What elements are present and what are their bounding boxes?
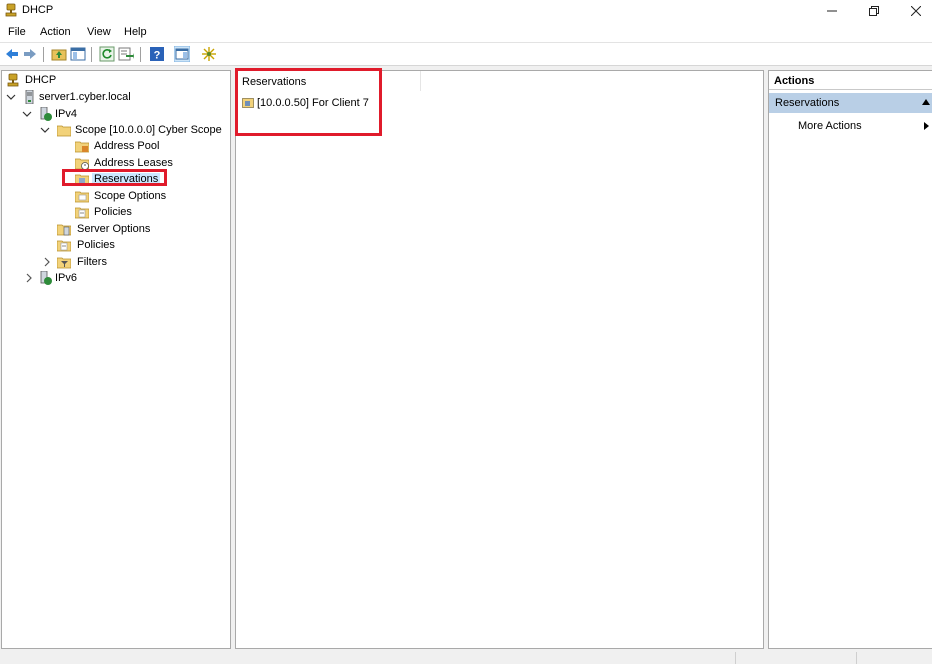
- minimize-icon: [827, 10, 837, 12]
- tree-label: Scope [10.0.0.0] Cyber Scope: [75, 124, 222, 136]
- chevron-right-icon[interactable]: [42, 257, 52, 267]
- console-tree-pane: DHCP server1.cyber.local IPv4 Scope [10.…: [1, 70, 231, 649]
- tree-label: Filters: [77, 256, 107, 268]
- tree-label: Server Options: [77, 223, 151, 235]
- chevron-down-icon[interactable]: [6, 92, 16, 102]
- menu-action[interactable]: Action: [40, 26, 71, 38]
- tree-label: Reservations: [92, 173, 161, 185]
- tree-label: Policies: [77, 239, 115, 251]
- toolbar-separator: [140, 47, 141, 62]
- server-options-icon: [57, 224, 71, 236]
- tree-label: DHCP: [25, 74, 57, 86]
- ipv6-icon: [40, 271, 52, 285]
- submenu-arrow-icon: [924, 122, 929, 130]
- reservation-icon: [242, 98, 254, 108]
- dhcp-app-icon: [5, 3, 17, 17]
- status-divider: [856, 652, 857, 664]
- policies-icon: [75, 207, 89, 219]
- up-folder-icon[interactable]: [51, 46, 67, 62]
- address-leases-icon: [75, 158, 89, 170]
- chevron-down-icon[interactable]: [22, 109, 32, 119]
- menu-view[interactable]: View: [87, 26, 111, 38]
- toolbar: ?: [0, 42, 932, 66]
- toolbar-separator: [43, 47, 44, 62]
- add-server-icon[interactable]: [201, 46, 217, 62]
- list-item[interactable]: [10.0.0.50] For Client 7: [257, 97, 369, 109]
- scope-options-icon: [75, 191, 89, 203]
- dhcp-icon: [7, 73, 19, 87]
- filters-icon: [57, 257, 71, 269]
- actions-section-label: Reservations: [775, 97, 840, 109]
- refresh-icon[interactable]: [99, 46, 115, 62]
- reservations-icon: [75, 174, 89, 186]
- menu-bar: File Action View Help: [0, 22, 932, 42]
- restore-button[interactable]: [857, 0, 891, 22]
- policies-icon: [57, 240, 71, 252]
- tree-label: Address Leases: [94, 157, 173, 169]
- status-divider: [735, 652, 736, 664]
- tree-label: IPv4: [55, 108, 78, 120]
- chevron-right-icon[interactable]: [24, 273, 34, 283]
- back-icon[interactable]: [4, 46, 20, 62]
- more-actions-item[interactable]: More Actions: [798, 120, 862, 132]
- minimize-button[interactable]: [815, 0, 849, 22]
- tree-label: Address Pool: [94, 140, 160, 152]
- actions-pane: Actions Reservations More Actions: [768, 70, 932, 649]
- tree-label: Policies: [94, 206, 132, 218]
- status-bar: [0, 651, 932, 664]
- toolbar-separator: [91, 47, 92, 62]
- export-list-icon[interactable]: [118, 46, 134, 62]
- show-hide-tree-icon[interactable]: [70, 46, 86, 62]
- tree-label: Scope Options: [94, 190, 167, 202]
- forward-icon[interactable]: [22, 46, 38, 62]
- actions-title: Actions: [769, 71, 932, 90]
- close-icon: [910, 5, 922, 17]
- column-divider[interactable]: [420, 71, 421, 91]
- server-icon: [25, 90, 34, 104]
- column-header[interactable]: Reservations: [242, 76, 306, 88]
- help-icon[interactable]: ?: [149, 46, 165, 62]
- svg-text:?: ?: [154, 50, 161, 62]
- tree-label: IPv6: [55, 272, 78, 284]
- address-pool-icon: [75, 141, 89, 153]
- title-bar: DHCP: [0, 0, 932, 22]
- close-button[interactable]: [899, 0, 932, 22]
- ipv4-icon: [40, 107, 52, 121]
- folder-icon: [57, 125, 71, 137]
- window-title: DHCP: [22, 4, 54, 16]
- restore-icon: [869, 6, 879, 16]
- actions-section-header[interactable]: Reservations: [769, 93, 932, 113]
- show-hide-action-pane-icon[interactable]: [174, 46, 190, 62]
- collapse-arrow-icon[interactable]: [922, 99, 930, 105]
- menu-file[interactable]: File: [8, 26, 26, 38]
- tree-label: server1.cyber.local: [39, 91, 131, 103]
- menu-help[interactable]: Help: [124, 26, 147, 38]
- results-pane: Reservations [10.0.0.50] For Client 7: [235, 70, 764, 649]
- chevron-down-icon[interactable]: [40, 125, 50, 135]
